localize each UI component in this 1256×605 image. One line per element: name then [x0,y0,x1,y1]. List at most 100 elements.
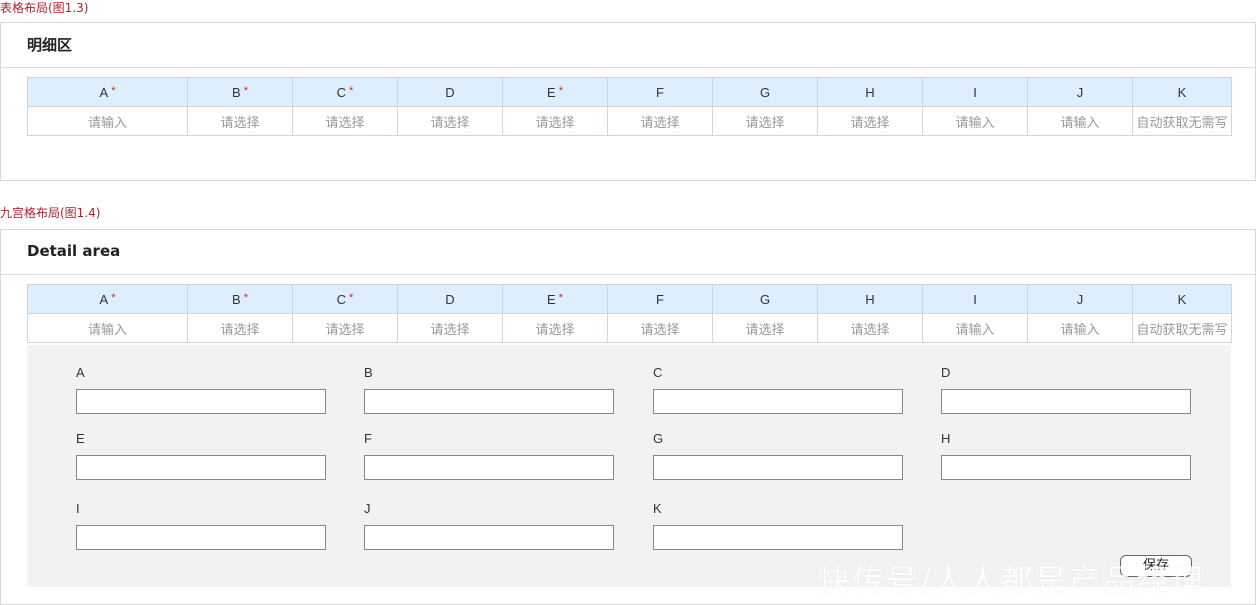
field-input-f[interactable] [364,455,614,480]
field-input-h[interactable] [941,455,1191,480]
table-cell-a[interactable]: 请输入 [27,313,188,343]
field-label: I [76,501,80,516]
column-header-d: D [397,284,503,314]
column-header-e: E * [502,77,608,107]
field-input-j[interactable] [364,525,614,550]
column-header-f: F [607,284,713,314]
column-header-label: J [1076,84,1084,100]
required-marker: * [349,291,354,304]
required-marker: * [111,84,116,97]
watermark: 快传号/人人都是产品经理 [818,562,1205,600]
field-input-b[interactable] [364,389,614,414]
table-cell-i[interactable]: 请输入 [922,106,1028,136]
required-marker: * [349,84,354,97]
table-cell-c[interactable]: 请选择 [292,313,398,343]
field-input-a[interactable] [76,389,326,414]
form-field-k: K [653,501,903,550]
column-header-label: F [656,84,664,100]
column-header-label: J [1076,291,1084,307]
column-header-i: I [922,77,1028,107]
table-row: 请输入 请选择 请选择 请选择 请选择 请选择 请选择 请选择 请输入 请输入 自动获取无需写 [27,313,1232,343]
table-cell-b[interactable]: 请选择 [187,106,293,136]
table-cell-f[interactable]: 请选择 [607,106,713,136]
field-label: H [941,431,951,446]
column-header-label: B [232,84,241,100]
column-header-label: K [1177,291,1187,307]
detail-table: A * B * C * D E * F G H I J K 请输入 请选择 请选择 请选择 请选择 请选择 请选择 请选择… [27,284,1232,343]
field-input-i[interactable] [76,525,326,550]
column-header-label: C [336,84,347,100]
table-cell-e[interactable]: 请选择 [502,313,608,343]
column-header-label: A [99,84,109,100]
column-header-b: B * [187,77,293,107]
table-cell-g[interactable]: 请选择 [712,313,818,343]
table-cell-h[interactable]: 请选择 [817,313,923,343]
panel-divider [1,67,1255,68]
form-field-j: J [364,501,614,550]
table-cell-d[interactable]: 请选择 [397,313,503,343]
column-header-e: E * [502,284,608,314]
field-input-k[interactable] [653,525,903,550]
caption-table-layout: 表格布局(图1.3) [0,1,89,15]
column-header-label: C [336,291,347,307]
column-header-g: G [712,284,818,314]
column-header-f: F [607,77,713,107]
table-cell-d[interactable]: 请选择 [397,106,503,136]
column-header-k: K [1132,77,1232,107]
detail-table: A * B * C * D E * F G H I J K 请输入 请选择 请选择 请选择 请选择 请选择 请选择 请选择… [27,77,1232,136]
column-header-j: J [1027,284,1133,314]
field-label: A [76,365,85,380]
field-label: F [364,431,372,446]
field-input-d[interactable] [941,389,1191,414]
table-cell-b[interactable]: 请选择 [187,313,293,343]
column-header-label: K [1177,84,1187,100]
form-field-c: C [653,365,903,414]
column-header-c: C * [292,77,398,107]
table-cell-j[interactable]: 请输入 [1027,313,1133,343]
table-cell-i[interactable]: 请输入 [922,313,1028,343]
field-label: J [364,501,371,516]
column-header-h: H [817,284,923,314]
column-header-label: A [99,291,109,307]
detail-panel-1: 明细区 A * B * C * D E * F G H I J K 请输入 请选择 请选择 请选择 请选择 请选择 请选… [0,22,1256,181]
column-header-k: K [1132,284,1232,314]
field-label: D [941,365,951,380]
detail-form: 保存 ABCDEFGHIJK [27,345,1231,587]
table-cell-e[interactable]: 请选择 [502,106,608,136]
table-cell-c[interactable]: 请选择 [292,106,398,136]
required-marker: * [243,84,248,97]
field-input-c[interactable] [653,389,903,414]
form-field-f: F [364,431,614,480]
form-field-e: E [76,431,326,480]
form-field-h: H [941,431,1191,480]
column-header-g: G [712,77,818,107]
field-input-e[interactable] [76,455,326,480]
column-header-label: G [759,84,771,100]
field-label: K [653,501,662,516]
column-header-label: G [759,291,771,307]
column-header-label: E [547,84,556,100]
table-cell-h[interactable]: 请选择 [817,106,923,136]
detail-panel-2: Detail area A * B * C * D E * F G H I J K 请输入 请选择 请选择 请选择… [0,229,1256,605]
field-input-g[interactable] [653,455,903,480]
panel-title: Detail area [27,242,121,260]
form-field-b: B [364,365,614,414]
column-header-label: H [865,291,875,307]
table-cell-g[interactable]: 请选择 [712,106,818,136]
column-header-label: E [547,291,556,307]
required-marker: * [558,84,563,97]
table-cell-j[interactable]: 请输入 [1027,106,1133,136]
form-field-i: I [76,501,326,550]
column-header-label: I [973,291,977,307]
table-cell-f[interactable]: 请选择 [607,313,713,343]
table-cell-k[interactable]: 自动获取无需写 [1132,313,1232,343]
table-cell-a[interactable]: 请输入 [27,106,188,136]
field-label: C [653,365,663,380]
required-marker: * [558,291,563,304]
table-header-row: A * B * C * D E * F G H I J K [27,284,1232,314]
form-field-a: A [76,365,326,414]
table-cell-k[interactable]: 自动获取无需写 [1132,106,1232,136]
panel-title: 明细区 [27,36,73,54]
column-header-a: A * [27,77,188,107]
column-header-label: H [865,84,875,100]
